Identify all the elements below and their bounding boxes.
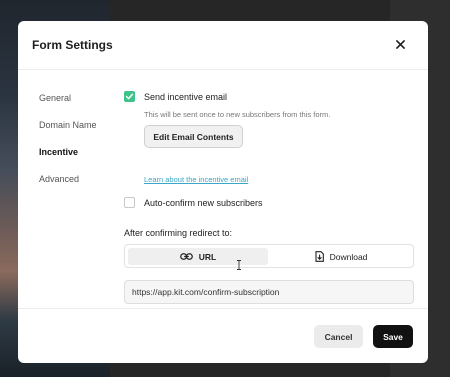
redirect-download-option[interactable]: Download — [271, 248, 411, 265]
checkmark-icon — [125, 93, 134, 100]
redirect-url-label: URL — [198, 251, 217, 262]
download-file-icon — [315, 251, 324, 262]
sidebar-item-advanced[interactable]: Advanced — [39, 174, 79, 184]
modal-title: Form Settings — [32, 38, 113, 52]
redirect-url-option[interactable]: URL — [128, 248, 268, 265]
redirect-label: After confirming redirect to: — [124, 228, 233, 238]
send-incentive-hint: This will be sent once to new subscriber… — [144, 110, 331, 119]
close-button[interactable] — [392, 36, 408, 52]
save-button[interactable]: Save — [373, 325, 413, 348]
edit-email-contents-button[interactable]: Edit Email Contents — [144, 125, 243, 148]
sidebar-item-incentive[interactable]: Incentive — [39, 147, 78, 157]
modal-header: Form Settings — [18, 21, 428, 70]
footer-divider — [18, 308, 428, 309]
cancel-button[interactable]: Cancel — [314, 325, 363, 348]
redirect-type-toggle: URL Download — [124, 244, 414, 268]
redirect-url-input[interactable]: https://app.kit.com/confirm-subscription — [124, 280, 414, 304]
text-cursor-icon — [237, 260, 241, 270]
close-icon — [395, 39, 405, 49]
link-icon — [179, 253, 193, 260]
auto-confirm-label: Auto-confirm new subscribers — [144, 198, 263, 208]
learn-incentive-link[interactable]: Learn about the incentive email — [144, 175, 248, 184]
send-incentive-checkbox[interactable] — [124, 91, 135, 102]
sidebar-item-general[interactable]: General — [39, 93, 71, 103]
send-incentive-label: Send incentive email — [144, 92, 228, 102]
redirect-download-label: Download — [329, 251, 368, 262]
form-settings-modal: Form Settings General Domain Name Incent… — [18, 21, 428, 363]
auto-confirm-checkbox[interactable] — [124, 197, 135, 208]
sidebar-item-domain-name[interactable]: Domain Name — [39, 120, 97, 130]
